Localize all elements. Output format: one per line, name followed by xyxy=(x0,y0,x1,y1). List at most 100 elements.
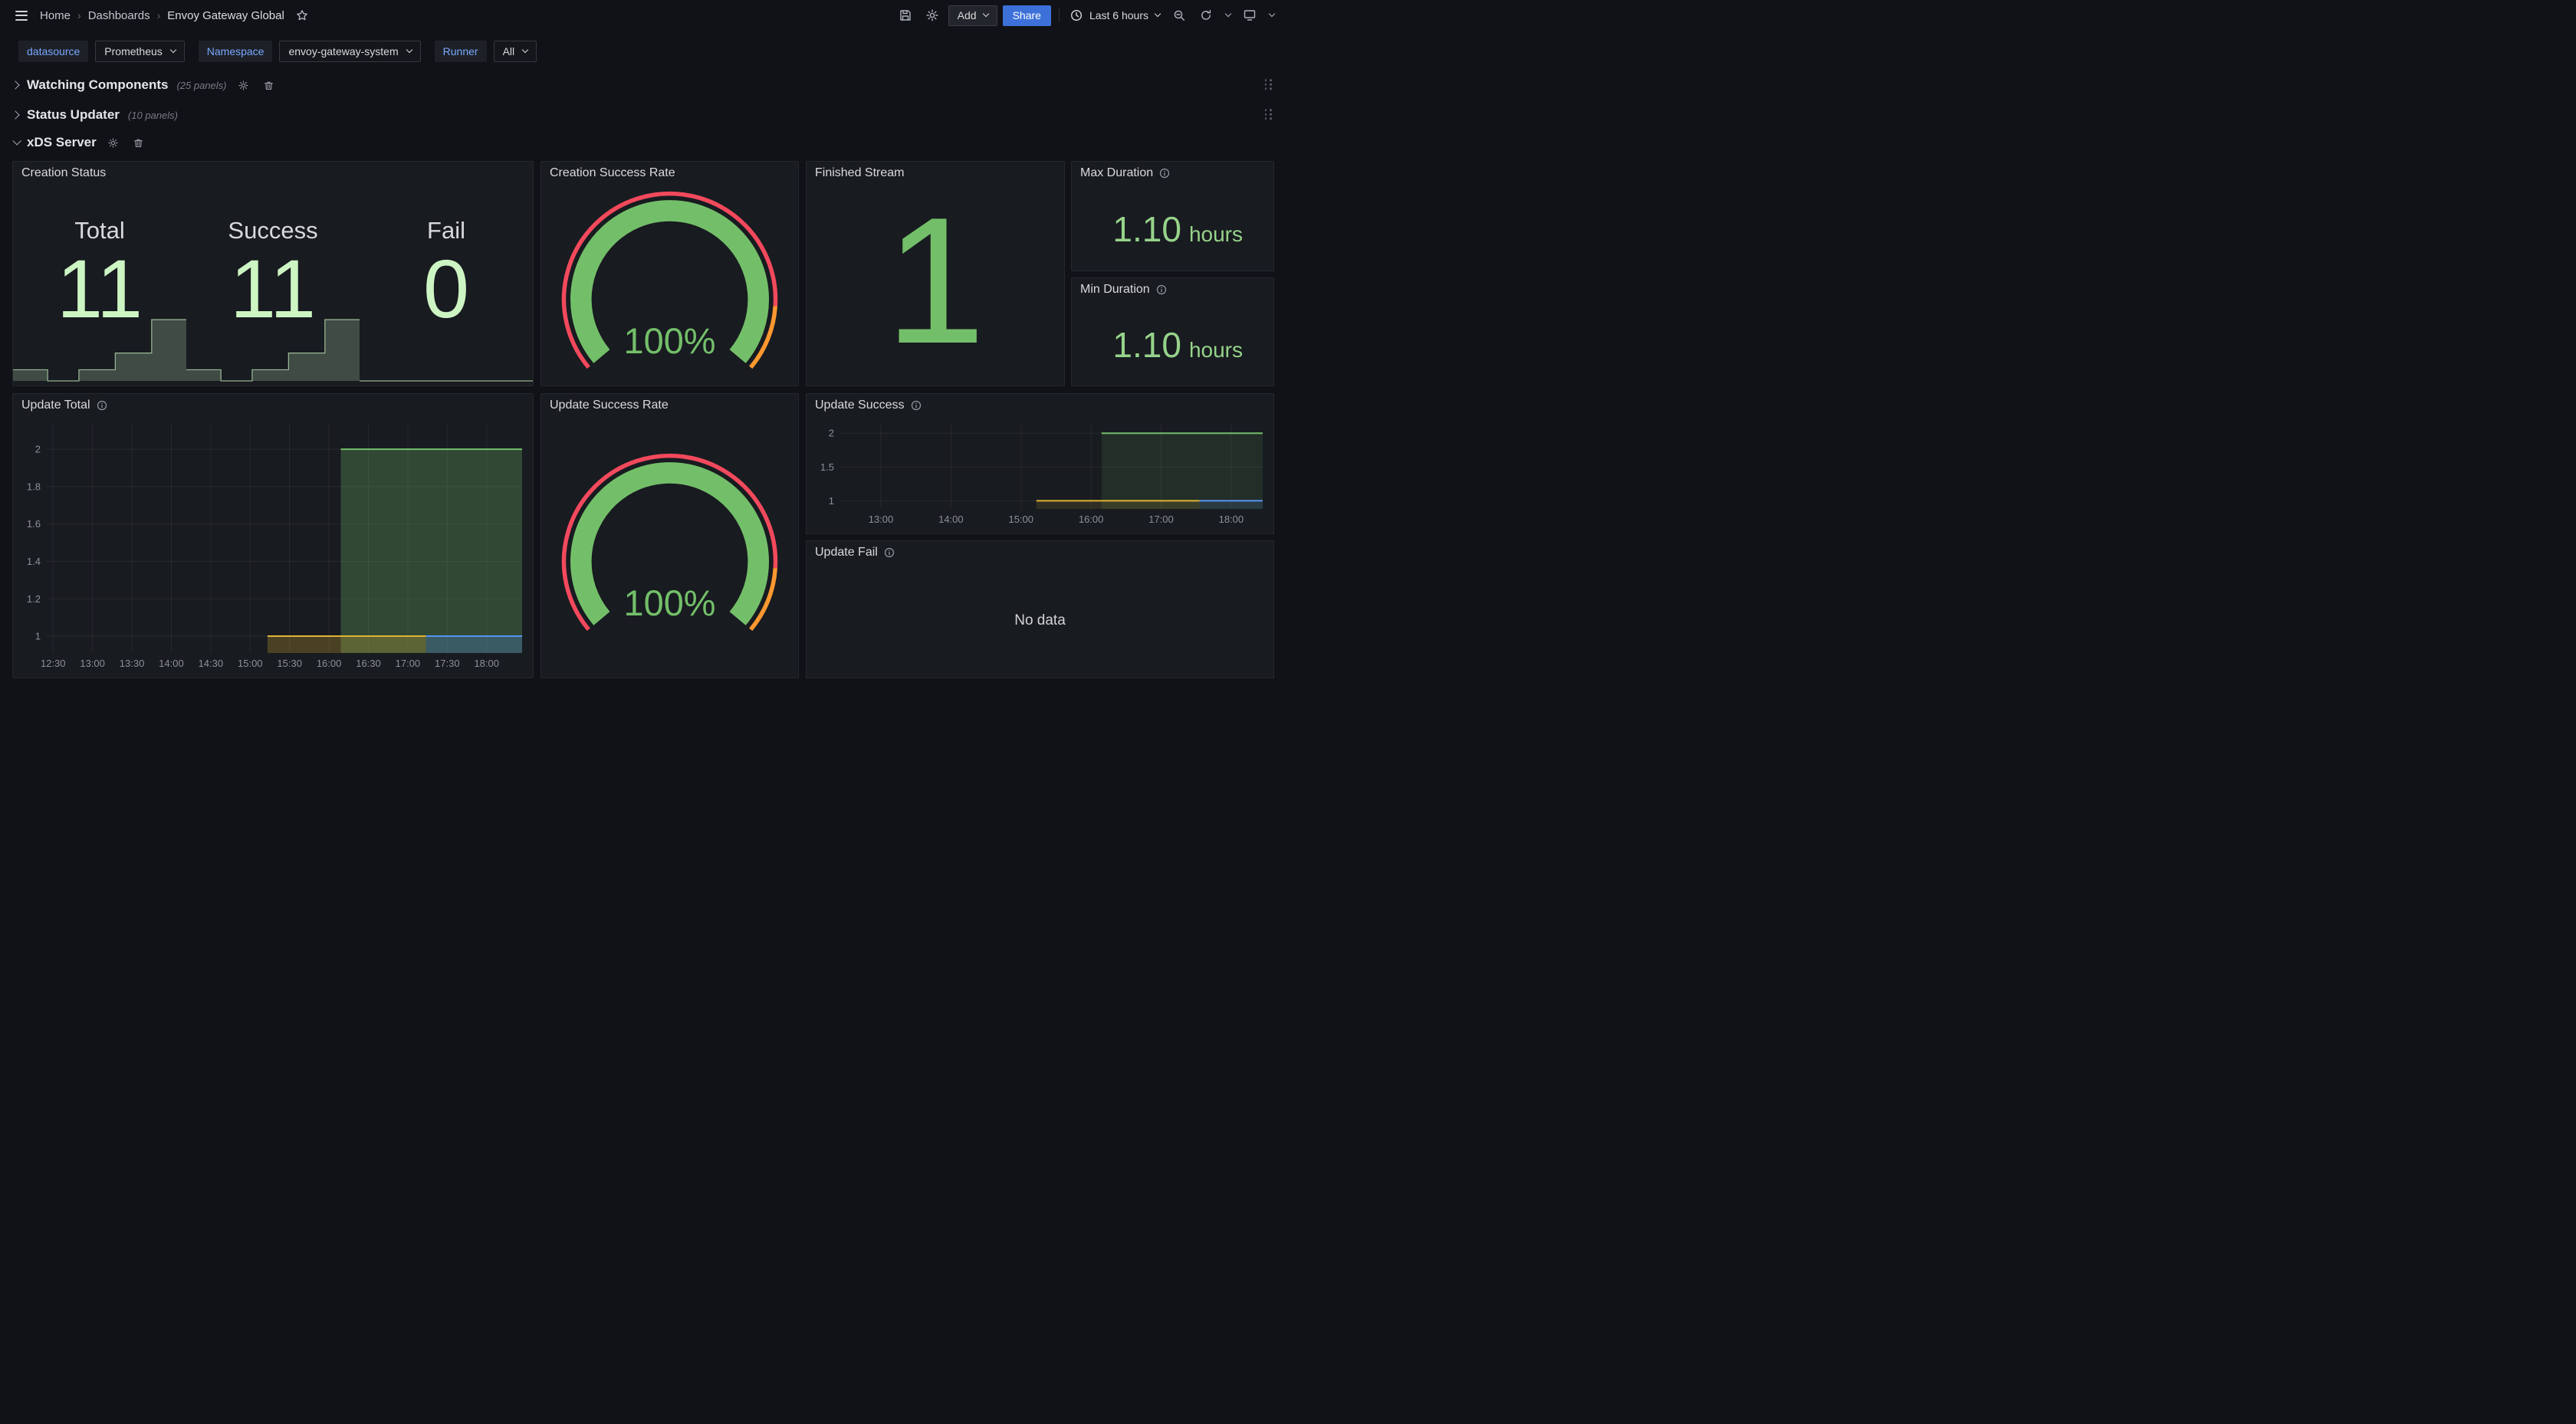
panel-title: Update Total xyxy=(21,399,90,412)
panel-header-update-fail[interactable]: Update Fail xyxy=(807,541,1273,564)
row-status-updater: Status Updater (10 panels) xyxy=(12,103,1276,126)
svg-text:17:00: 17:00 xyxy=(1148,513,1174,525)
panel-header-creation-status[interactable]: Creation Status xyxy=(13,162,533,185)
info-icon[interactable] xyxy=(97,400,107,411)
panel-creation-status: Creation Status Total 11 Success 11 Fail… xyxy=(12,161,534,386)
svg-text:14:00: 14:00 xyxy=(159,658,184,669)
add-button[interactable]: Add xyxy=(948,5,997,26)
stat-value: 11 xyxy=(13,248,186,330)
panel-update-total: Update Total 12:3013:0013:3014:0014:3015… xyxy=(12,393,534,678)
timeseries-update-total[interactable]: 12:3013:0013:3014:0014:3015:0015:3016:00… xyxy=(19,417,527,673)
breadcrumb-home[interactable]: Home xyxy=(40,9,71,22)
svg-text:16:00: 16:00 xyxy=(1079,513,1104,525)
row-settings-gear-icon[interactable] xyxy=(235,77,252,94)
favorite-star-icon[interactable] xyxy=(291,5,313,26)
svg-text:16:00: 16:00 xyxy=(317,658,342,669)
row-drag-handle[interactable] xyxy=(1263,79,1273,90)
svg-text:1.5: 1.5 xyxy=(820,461,834,473)
svg-text:12:30: 12:30 xyxy=(41,658,66,669)
info-icon[interactable] xyxy=(911,400,922,411)
time-range-picker[interactable]: Last 6 hours xyxy=(1067,5,1163,26)
panel-title: Min Duration xyxy=(1080,283,1150,297)
save-dashboard-icon[interactable] xyxy=(895,5,916,26)
no-data-message: No data xyxy=(807,564,1273,678)
panel-min-duration: Min Duration 1.10 hours xyxy=(1071,277,1274,386)
panel-header-min-duration[interactable]: Min Duration xyxy=(1072,278,1273,301)
panel-max-duration: Max Duration 1.10 hours xyxy=(1071,161,1274,271)
top-nav: Home › Dashboards › Envoy Gateway Global… xyxy=(0,0,1288,31)
row-toggle-status-updater[interactable]: Status Updater xyxy=(12,107,120,123)
chevron-down-icon xyxy=(406,47,412,53)
svg-text:17:30: 17:30 xyxy=(435,658,460,669)
panel-header-creation-success-rate[interactable]: Creation Success Rate xyxy=(541,162,798,185)
svg-text:14:00: 14:00 xyxy=(938,513,964,525)
clock-icon xyxy=(1070,9,1083,21)
refresh-icon[interactable] xyxy=(1195,5,1217,26)
stat-success: Success 11 xyxy=(186,185,360,386)
grafana-dashboard: Home › Dashboards › Envoy Gateway Global… xyxy=(0,0,1288,712)
variable-namespace-select[interactable]: envoy-gateway-system xyxy=(279,41,420,62)
gauge-creation-success-rate: 100% xyxy=(547,185,792,376)
row-drag-handle[interactable] xyxy=(1263,109,1273,120)
stat-label: Success xyxy=(186,217,360,244)
row-delete-trash-icon[interactable] xyxy=(130,134,147,151)
dashboard-settings-gear-icon[interactable] xyxy=(922,5,943,26)
share-button[interactable]: Share xyxy=(1003,5,1051,26)
panel-title: Update Success xyxy=(815,399,905,412)
menu-icon[interactable] xyxy=(11,5,32,26)
zoom-out-icon[interactable] xyxy=(1168,5,1190,26)
panel-header-update-success[interactable]: Update Success xyxy=(807,394,1273,417)
variables-bar: datasource Prometheus Namespace envoy-ga… xyxy=(18,41,537,62)
svg-text:13:00: 13:00 xyxy=(80,658,105,669)
variable-runner-select[interactable]: All xyxy=(494,41,537,62)
variable-label: Runner xyxy=(435,41,487,62)
svg-text:13:30: 13:30 xyxy=(120,658,145,669)
row-delete-trash-icon[interactable] xyxy=(261,77,278,94)
row-toggle-watching-components[interactable]: Watching Components xyxy=(12,77,168,93)
breadcrumb: Home › Dashboards › Envoy Gateway Global xyxy=(40,5,313,26)
svg-text:16:30: 16:30 xyxy=(356,658,381,669)
svg-text:100%: 100% xyxy=(624,583,716,623)
stat-label: Fail xyxy=(360,217,533,244)
timeseries-update-success[interactable]: 13:0014:0015:0016:0017:0018:0021.51 xyxy=(813,417,1267,529)
svg-text:15:00: 15:00 xyxy=(1008,513,1033,525)
svg-text:17:00: 17:00 xyxy=(396,658,421,669)
svg-text:14:30: 14:30 xyxy=(199,658,224,669)
panel-header-update-total[interactable]: Update Total xyxy=(13,394,533,417)
variable-datasource: datasource Prometheus xyxy=(18,41,185,62)
panel-header-max-duration[interactable]: Max Duration xyxy=(1072,162,1273,185)
row-panel-count: (25 panels) xyxy=(176,80,226,91)
breadcrumb-dashboards[interactable]: Dashboards xyxy=(88,9,150,22)
variable-namespace: Namespace envoy-gateway-system xyxy=(199,41,421,62)
chevron-right-icon xyxy=(11,80,19,89)
variable-runner: Runner All xyxy=(435,41,537,62)
breadcrumb-current: Envoy Gateway Global xyxy=(167,9,284,22)
panel-header-update-success-rate[interactable]: Update Success Rate xyxy=(541,394,798,417)
panel-title: Finished Stream xyxy=(815,166,905,180)
tv-mode-icon[interactable] xyxy=(1239,5,1260,26)
panel-update-success: Update Success 13:0014:0015:0016:0017:00… xyxy=(806,393,1274,534)
stat-value: 1.10 hours xyxy=(1112,324,1243,366)
info-icon[interactable] xyxy=(884,547,895,558)
stat-fail: Fail 0 xyxy=(360,185,533,386)
refresh-interval-chevron-icon[interactable] xyxy=(1222,5,1234,26)
svg-text:2: 2 xyxy=(35,444,41,455)
variable-datasource-select[interactable]: Prometheus xyxy=(95,41,184,62)
svg-text:1.8: 1.8 xyxy=(27,481,41,492)
stat-total: Total 11 xyxy=(13,185,186,386)
svg-text:1.6: 1.6 xyxy=(27,518,41,530)
breadcrumb-separator-icon: › xyxy=(77,9,81,21)
row-toggle-xds-server[interactable]: xDS Server xyxy=(12,135,97,150)
breadcrumb-separator-icon: › xyxy=(157,9,161,21)
panel-title: Max Duration xyxy=(1080,166,1153,180)
divider xyxy=(1059,8,1060,22)
svg-text:1.2: 1.2 xyxy=(27,593,41,605)
info-icon[interactable] xyxy=(1156,284,1167,295)
collapse-topbar-chevron-icon[interactable] xyxy=(1266,5,1277,26)
panel-title: Creation Status xyxy=(21,166,106,180)
time-range-label: Last 6 hours xyxy=(1089,9,1148,21)
row-panel-count: (10 panels) xyxy=(128,110,178,121)
info-icon[interactable] xyxy=(1159,168,1170,179)
stat-value: 1 xyxy=(807,185,1064,386)
row-settings-gear-icon[interactable] xyxy=(105,134,122,151)
